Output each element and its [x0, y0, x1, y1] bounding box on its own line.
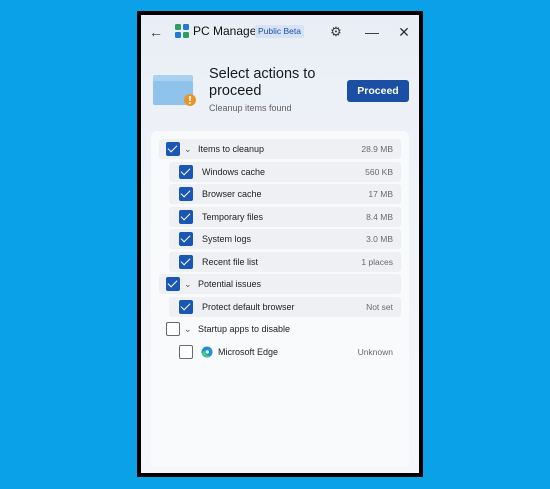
- edge-icon: [201, 346, 213, 358]
- back-arrow-icon[interactable]: ←: [147, 23, 165, 41]
- checkbox[interactable]: [179, 300, 193, 314]
- list-item[interactable]: Recent file list 1 places: [169, 252, 401, 272]
- close-icon[interactable]: ✕: [395, 23, 413, 41]
- list-item[interactable]: Microsoft Edge Unknown: [169, 342, 401, 362]
- chevron-down-icon[interactable]: ⌄: [184, 323, 192, 335]
- list-item[interactable]: Browser cache 17 MB: [169, 184, 401, 204]
- group-startup-apps[interactable]: ⌄ Startup apps to disable: [159, 319, 401, 339]
- item-label: System logs: [202, 234, 252, 244]
- item-value: Unknown: [357, 347, 393, 357]
- item-label: Temporary files: [202, 212, 264, 222]
- item-value: 3.0 MB: [366, 234, 393, 244]
- pc-manager-logo-icon: [175, 24, 189, 38]
- checkbox[interactable]: [179, 255, 193, 269]
- group-label: Potential issues: [198, 279, 262, 289]
- page-subtitle: Cleanup items found: [209, 103, 292, 113]
- checkbox[interactable]: [166, 142, 180, 156]
- list-item[interactable]: Windows cache 560 KB: [169, 162, 401, 182]
- minimize-icon[interactable]: —: [363, 23, 381, 41]
- chevron-down-icon[interactable]: ⌄: [184, 278, 192, 290]
- item-value: 1 places: [361, 257, 393, 267]
- item-label: Windows cache: [202, 167, 266, 177]
- app-title: PC Manager: [193, 24, 261, 38]
- proceed-button[interactable]: Proceed: [347, 80, 409, 102]
- chevron-down-icon[interactable]: ⌄: [184, 143, 192, 155]
- item-label: Browser cache: [202, 189, 262, 199]
- group-items-to-cleanup[interactable]: ⌄ Items to cleanup 28.9 MB: [159, 139, 401, 159]
- list-item[interactable]: Protect default browser Not set: [169, 297, 401, 317]
- checkbox[interactable]: [179, 187, 193, 201]
- item-label: Protect default browser: [202, 302, 295, 312]
- checkbox[interactable]: [179, 210, 193, 224]
- folder-warning-icon: [153, 75, 196, 106]
- item-value: 560 KB: [365, 167, 393, 177]
- group-label: Items to cleanup: [198, 144, 265, 154]
- item-value: 8.4 MB: [366, 212, 393, 222]
- actions-panel: ⌄ Items to cleanup 28.9 MB Windows cache…: [151, 131, 409, 467]
- checkbox[interactable]: [166, 322, 180, 336]
- item-label: Recent file list: [202, 257, 259, 267]
- checkbox[interactable]: [166, 277, 180, 291]
- list-item[interactable]: Temporary files 8.4 MB: [169, 207, 401, 227]
- group-label: Startup apps to disable: [198, 324, 291, 334]
- pc-manager-window: ← PC Manager Public Beta ⚙ — ✕ Select ac…: [141, 15, 419, 473]
- public-beta-badge: Public Beta: [255, 25, 304, 38]
- title-bar: ← PC Manager Public Beta ⚙ — ✕: [141, 15, 419, 49]
- list-item[interactable]: System logs 3.0 MB: [169, 229, 401, 249]
- item-value: Not set: [366, 302, 393, 312]
- group-value: 28.9 MB: [361, 144, 393, 154]
- checkbox[interactable]: [179, 345, 193, 359]
- item-label: Microsoft Edge: [218, 347, 279, 357]
- gear-icon[interactable]: ⚙: [327, 23, 345, 41]
- item-value: 17 MB: [368, 189, 393, 199]
- checkbox[interactable]: [179, 232, 193, 246]
- page-title: Select actions to proceed: [209, 66, 316, 99]
- checkbox[interactable]: [179, 165, 193, 179]
- group-potential-issues[interactable]: ⌄ Potential issues: [159, 274, 401, 294]
